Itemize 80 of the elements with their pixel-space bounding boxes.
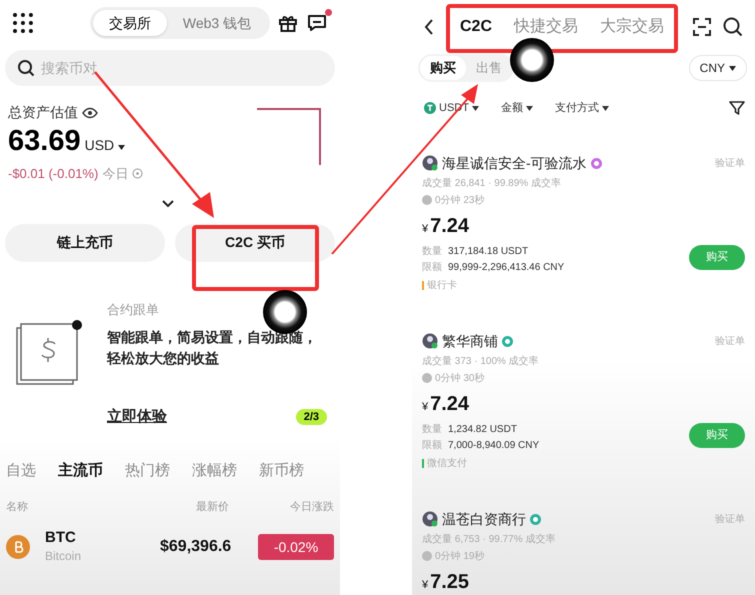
merchant-name: 繁华商铺 bbox=[442, 332, 498, 350]
avatar-icon bbox=[422, 155, 438, 171]
quantity-value: 317,184.18 USDT bbox=[448, 244, 528, 258]
mode-tab[interactable]: 交易所 bbox=[92, 10, 167, 36]
try-now-link[interactable]: 立即体验 bbox=[107, 406, 167, 428]
trade-tab[interactable]: 大宗交易 bbox=[600, 15, 664, 39]
caret-icon bbox=[526, 106, 533, 111]
trade-stats: 成交量 6,753 · 99.77% 成交率 bbox=[422, 532, 556, 546]
clock-icon bbox=[422, 195, 432, 205]
avatar-icon bbox=[422, 333, 438, 349]
promo-title: 合约跟单 bbox=[107, 300, 160, 318]
coin-price: $69,396.6 bbox=[160, 537, 232, 557]
dollar-card-icon bbox=[15, 320, 83, 388]
response-time: 0分钟 19秒 bbox=[435, 550, 484, 564]
cursor-ring-icon bbox=[510, 38, 554, 82]
action-button[interactable]: 链上充币 bbox=[5, 224, 165, 262]
limit-label: 限额 bbox=[422, 438, 442, 452]
offer-price: 7.24 bbox=[430, 214, 470, 238]
assets-label: 总资产估值 bbox=[8, 103, 78, 122]
search-icon[interactable] bbox=[723, 17, 743, 37]
daily-change: -$0.01 (-0.01%) bbox=[8, 165, 98, 183]
side-tab[interactable]: 购买 bbox=[420, 56, 466, 80]
avatar-icon bbox=[422, 511, 438, 527]
coin-icon bbox=[424, 102, 436, 114]
corner-line-drawing bbox=[256, 108, 322, 166]
back-icon[interactable] bbox=[424, 19, 434, 35]
trade-tab[interactable]: C2C bbox=[460, 15, 492, 39]
info-icon bbox=[132, 168, 144, 180]
column-header: 名称 bbox=[6, 500, 29, 514]
currency-symbol: ¥ bbox=[422, 222, 428, 236]
response-time: 0分钟 30秒 bbox=[435, 372, 484, 386]
chat-icon[interactable] bbox=[306, 13, 328, 33]
market-tab[interactable]: 主流币 bbox=[58, 460, 103, 482]
payment-method: 微信支付 bbox=[427, 456, 467, 470]
trade-tab[interactable]: 快捷交易 bbox=[514, 15, 578, 39]
limit-value: 7,000-8,940.09 CNY bbox=[448, 438, 540, 452]
chevron-down-icon[interactable] bbox=[162, 200, 174, 208]
page-indicator: 2/3 bbox=[296, 408, 327, 425]
period-label: 今日 bbox=[102, 165, 128, 183]
caret-icon bbox=[602, 106, 609, 111]
filter-icon[interactable] bbox=[729, 100, 745, 116]
limit-label: 限额 bbox=[422, 260, 442, 274]
currency-symbol: ¥ bbox=[422, 578, 428, 592]
filter-dropdown[interactable]: 支付方式 bbox=[554, 100, 599, 116]
quantity-label: 数量 bbox=[422, 422, 442, 436]
offer-price: 7.24 bbox=[430, 392, 470, 416]
quantity-value: 1,234.82 USDT bbox=[448, 422, 517, 436]
verified-tag: 验证单 bbox=[715, 334, 745, 348]
column-header: 最新价 bbox=[196, 500, 230, 514]
currency-selector[interactable]: USD bbox=[84, 135, 114, 156]
coin-symbol: BTC bbox=[45, 529, 77, 547]
search-field[interactable]: 搜索币对 bbox=[5, 50, 335, 86]
clock-icon bbox=[422, 373, 432, 383]
search-icon bbox=[17, 59, 35, 77]
merchant-name: 海星诚信安全-可验流水 bbox=[442, 154, 587, 172]
filter-dropdown[interactable]: 金额 bbox=[500, 100, 523, 116]
verified-tag: 验证单 bbox=[715, 156, 745, 170]
eye-icon[interactable] bbox=[82, 106, 98, 118]
scan-icon[interactable] bbox=[693, 18, 711, 36]
merchant-name: 温苍白资商行 bbox=[442, 510, 526, 528]
limit-value: 99,999-2,296,413.46 CNY bbox=[448, 260, 564, 274]
change-badge: -0.02% bbox=[258, 534, 334, 560]
gift-icon[interactable] bbox=[278, 13, 298, 33]
caret-icon bbox=[729, 66, 736, 70]
mode-tab[interactable]: Web3 钱包 bbox=[166, 10, 268, 36]
trade-stats: 成交量 373 · 100% 成交率 bbox=[422, 354, 540, 368]
response-time: 0分钟 23秒 bbox=[435, 194, 484, 208]
verified-tag: 验证单 bbox=[715, 512, 745, 526]
total-value: 63.69 bbox=[8, 127, 81, 156]
caret-icon bbox=[118, 145, 126, 150]
coin-name: Bitcoin bbox=[45, 548, 82, 565]
trade-stats: 成交量 26,841 · 99.89% 成交率 bbox=[422, 176, 562, 190]
currency-symbol: ¥ bbox=[422, 400, 428, 414]
column-header: 今日涨跌 bbox=[290, 500, 334, 514]
grid-menu-icon[interactable] bbox=[12, 12, 34, 34]
offer-price: 7.25 bbox=[430, 570, 470, 594]
clock-icon bbox=[422, 551, 432, 561]
quantity-label: 数量 bbox=[422, 244, 442, 258]
coin-icon bbox=[6, 535, 30, 559]
payment-method: 银行卡 bbox=[427, 278, 457, 292]
